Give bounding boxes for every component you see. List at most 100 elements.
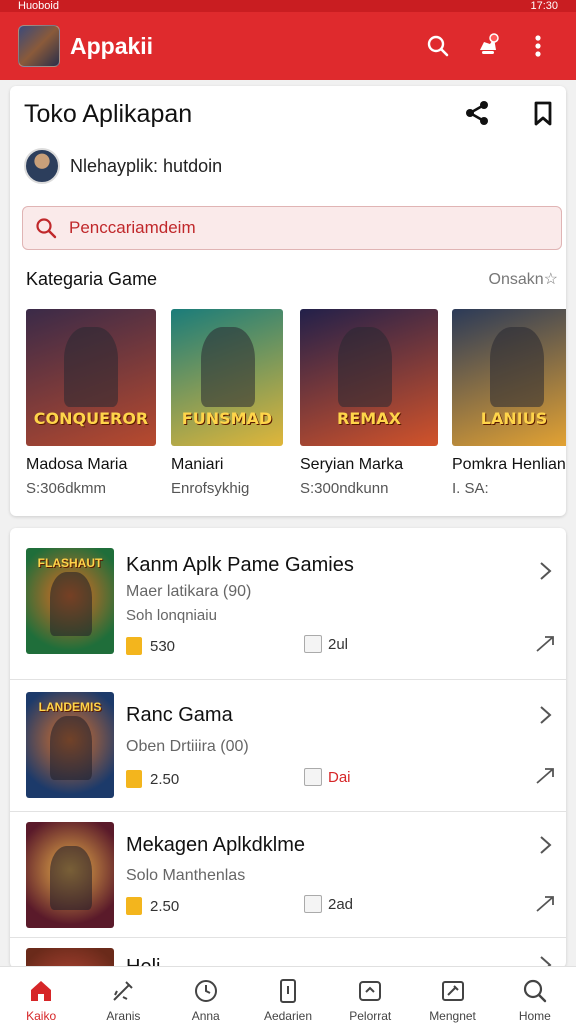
nav-mengnet[interactable]: Mengnet — [411, 967, 493, 1024]
game-art: CONQUEROR — [26, 309, 156, 446]
list-item[interactable]: LANDEMIS Ranc Gama Oben Drtiiira (00) 2.… — [10, 680, 566, 812]
game-tile[interactable]: CONQUEROR Madosa Maria S:306dkmm — [26, 309, 158, 497]
bookmark-icon[interactable] — [528, 98, 558, 128]
see-more-link[interactable]: Onsakn☆ — [489, 269, 558, 290]
tools-icon — [441, 981, 464, 1001]
badge-icon — [304, 635, 322, 653]
game-sub: S:306dkmm — [26, 480, 107, 497]
chevron-right-icon[interactable] — [534, 704, 556, 726]
chevron-right-icon[interactable] — [534, 834, 556, 856]
app-thumbnail: LANDEMIS — [26, 692, 114, 798]
app-rating: 2.50 — [126, 897, 179, 915]
search-icon — [523, 979, 547, 1003]
game-art: REMAX — [300, 309, 438, 446]
chevron-right-icon[interactable] — [534, 560, 556, 582]
device-icon — [359, 981, 382, 1001]
coin-icon — [126, 897, 142, 915]
coin-icon — [126, 770, 142, 788]
search-icon[interactable] — [418, 26, 458, 66]
wand-icon — [113, 981, 134, 1001]
app-sub: Maer latikara (90) — [126, 583, 252, 600]
nav-home[interactable]: Kaiko — [0, 967, 82, 1024]
game-tile[interactable]: LANIUS Pomkra Henlian I. SA: — [452, 309, 566, 497]
search-placeholder: Penccariamdeim — [69, 218, 196, 237]
nav-label: Pelorrat — [349, 1009, 392, 1023]
game-art-label: LANIUS — [480, 409, 548, 428]
app-bar: Appakii — [0, 12, 576, 80]
badge-icon — [304, 895, 322, 913]
game-sub: I. SA: — [452, 480, 489, 497]
status-bar: Huoboid 17:30 — [0, 0, 576, 12]
app-badge: 2ad — [304, 895, 353, 913]
bottom-nav: Kaiko Aranis Anna Aedarien Pelorrat Meng… — [0, 966, 576, 1024]
game-name: Seryian Marka — [300, 456, 404, 473]
list-item[interactable]: Mekagen Aplkdklme Solo Manthenlas 2.50 2… — [10, 812, 566, 938]
nav-label: Home — [518, 1009, 551, 1023]
status-left: Huoboid — [18, 0, 59, 12]
game-art-label: REMAX — [337, 409, 401, 428]
game-logo-icon[interactable] — [18, 25, 60, 67]
game-sub: S:300ndkunn — [300, 480, 389, 497]
trend-icon — [536, 636, 554, 652]
clock-icon — [194, 980, 217, 1002]
phone-icon — [279, 979, 296, 1003]
game-art-label: FUNSMAD — [181, 409, 273, 428]
badge-text: 2ad — [328, 895, 354, 913]
list-item[interactable]: Heli... — [10, 938, 566, 968]
section-title: Kategaria Game — [26, 269, 158, 289]
app-rating: 2.50 — [126, 770, 179, 788]
category-header: Kategaria Game Onsakn☆ — [26, 269, 558, 290]
nav-label: Aedarien — [263, 1009, 312, 1023]
app-title: Kanm Aplk Pame Gamies — [126, 554, 354, 576]
developer-label: Nlehayplik: hutdoin — [70, 155, 223, 176]
app-title: Mekagen Aplkdklme — [126, 834, 305, 856]
home-icon — [31, 981, 52, 1001]
app-thumbnail: FLASHAUT — [26, 548, 114, 654]
notification-icon[interactable] — [468, 26, 508, 66]
nav-aranis[interactable]: Aranis — [82, 967, 164, 1024]
nav-anna[interactable]: Anna — [165, 967, 247, 1024]
app-thumbnail — [26, 948, 114, 968]
trend-icon — [536, 896, 554, 912]
app-sub2: Soh lonqniaiu — [126, 607, 217, 624]
rating-value: 2.50 — [150, 770, 180, 788]
app-title: Ranc Gama — [126, 704, 233, 726]
more-vert-icon[interactable] — [518, 26, 558, 66]
nav-pelorrat[interactable]: Pelorrat — [329, 967, 411, 1024]
app-rating: 530 — [126, 637, 175, 655]
game-name: Madosa Maria — [26, 456, 128, 473]
game-tile[interactable]: FUNSMAD Maniari Enrofsykhig — [171, 309, 303, 497]
app-badge: Dai — [304, 768, 351, 786]
rating-value: 530 — [150, 637, 176, 655]
developer-row[interactable]: Nlehayplik: hutdoin — [24, 148, 222, 184]
game-carousel[interactable]: CONQUEROR Madosa Maria S:306dkmm FUNSMAD… — [26, 309, 566, 509]
search-input[interactable]: Penccariamdeim — [22, 206, 562, 250]
nav-label: Anna — [191, 1009, 220, 1023]
nav-home-search[interactable]: Home — [494, 967, 576, 1024]
app-art-label: LANDEMIS — [38, 700, 102, 714]
app-sub: Oben Drtiiira (00) — [126, 738, 249, 755]
store-card: Toko Aplikapan Nlehayplik: hutdoin Pencc… — [10, 86, 566, 516]
search-icon — [36, 218, 57, 239]
game-sub: Enrofsykhig — [171, 480, 250, 497]
game-art: FUNSMAD — [171, 309, 283, 446]
game-art-label: CONQUEROR — [33, 409, 149, 428]
nav-label: Kaiko — [26, 1009, 57, 1023]
nav-label: Mengnet — [429, 1009, 476, 1023]
trend-icon — [536, 768, 554, 784]
avatar — [24, 148, 60, 184]
game-art: LANIUS — [452, 309, 566, 446]
game-tile[interactable]: REMAX Seryian Marka S:300ndkunn — [300, 309, 438, 497]
store-title: Toko Aplikapan — [24, 100, 193, 128]
coin-icon — [126, 637, 142, 655]
share-icon[interactable] — [462, 98, 492, 128]
badge-icon — [304, 768, 322, 786]
nav-aedarien[interactable]: Aedarien — [247, 967, 329, 1024]
nav-label: Aranis — [106, 1009, 141, 1023]
app-art-label: FLASHAUT — [37, 556, 103, 570]
list-item[interactable]: FLASHAUT Kanm Aplk Pame Gamies Maer lati… — [10, 528, 566, 680]
app-list-card: FLASHAUT Kanm Aplk Pame Gamies Maer lati… — [10, 528, 566, 968]
app-title: Appakii — [70, 32, 154, 59]
app-thumbnail — [26, 822, 114, 928]
app-sub: Solo Manthenlas — [126, 867, 246, 884]
